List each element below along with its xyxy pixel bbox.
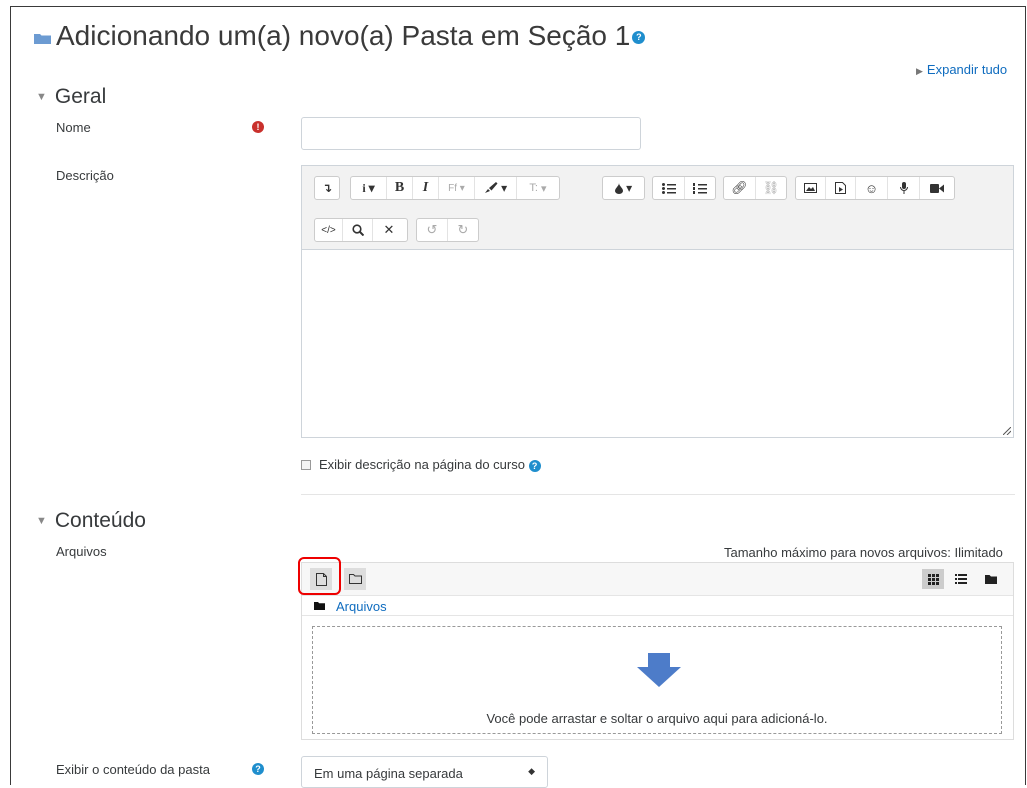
numbered-list-icon[interactable]	[685, 177, 715, 199]
help-icon[interactable]: ?	[252, 763, 264, 775]
show-description-label: Exibir descrição na página do curso ?	[319, 457, 541, 472]
show-more-icon[interactable]: ↴	[315, 177, 339, 199]
select-arrow-icon: ◆	[528, 766, 535, 776]
font-size-icon[interactable]: T: ▾	[517, 177, 559, 199]
description-label: Descrição	[56, 168, 114, 183]
files-label: Arquivos	[56, 544, 107, 559]
display-select[interactable]: Em uma página separada ◆	[301, 756, 548, 788]
view-list-icon[interactable]	[950, 569, 972, 589]
undo-icon[interactable]: ↺	[417, 219, 448, 241]
drop-instructions: Você pode arrastar e soltar o arquivo aq…	[486, 711, 828, 726]
view-tree-icon[interactable]	[980, 569, 1002, 589]
name-input[interactable]	[301, 117, 641, 150]
expand-all-link[interactable]: ▶ Expandir tudo	[916, 62, 1007, 77]
font-color-icon[interactable]: ▾	[603, 177, 644, 199]
expand-triangle-icon: ▶	[916, 66, 923, 76]
create-folder-button[interactable]	[344, 568, 366, 590]
info-icon[interactable]: i ▾	[351, 177, 387, 199]
fullscreen-icon[interactable]: ✕	[373, 219, 405, 241]
media-icon[interactable]	[826, 177, 856, 199]
resize-handle-icon[interactable]	[1003, 427, 1011, 435]
highlight-box	[298, 557, 341, 595]
divider	[302, 615, 1013, 616]
file-manager: Arquivos Você pode arrastar e soltar o a…	[301, 562, 1014, 740]
help-icon[interactable]: ?	[632, 31, 646, 45]
divider	[301, 494, 1015, 495]
view-icons-icon[interactable]	[922, 569, 944, 589]
name-label: Nome	[56, 120, 91, 135]
italic-icon[interactable]: I	[413, 177, 439, 199]
section-general-toggle[interactable]: ▼ Geral	[36, 85, 106, 109]
description-editor[interactable]	[301, 249, 1014, 438]
record-audio-icon[interactable]	[888, 177, 920, 199]
section-content-toggle[interactable]: ▼ Conteúdo	[36, 509, 146, 533]
drop-zone[interactable]: Você pode arrastar e soltar o arquivo aq…	[312, 626, 1002, 734]
font-family-icon[interactable]: Ff ▾	[439, 177, 475, 199]
show-description-checkbox[interactable]	[301, 460, 311, 470]
folder-icon	[314, 602, 325, 610]
required-icon: !	[252, 121, 264, 133]
caret-down-icon: ▼	[36, 91, 47, 104]
folder-icon	[34, 34, 51, 44]
file-manager-toolbar	[302, 563, 1013, 596]
folder-breadcrumb-link[interactable]: Arquivos	[336, 599, 387, 614]
html-icon[interactable]: </>	[315, 219, 343, 241]
bullet-list-icon[interactable]	[653, 177, 685, 199]
redo-icon[interactable]: ↻	[448, 219, 478, 241]
display-label: Exibir o conteúdo da pasta	[56, 762, 210, 777]
editor-toolbar: ↴ i ▾ B I Ff ▾ ▾ T: ▾ ▾ 🔗︎ ⛓ ☺ </> ✕ ↺ ↻	[301, 165, 1014, 249]
paint-brush-icon[interactable]: ▾	[475, 177, 517, 199]
bold-icon[interactable]: B	[387, 177, 413, 199]
image-icon[interactable]	[796, 177, 826, 199]
record-video-icon[interactable]	[920, 177, 954, 199]
drop-arrow-icon	[637, 653, 681, 687]
caret-down-icon: ▼	[36, 515, 47, 528]
max-size-text: Tamanho máximo para novos arquivos: Ilim…	[724, 545, 1003, 560]
emoticon-icon[interactable]: ☺	[856, 177, 888, 199]
unlink-icon[interactable]: ⛓	[756, 177, 786, 199]
link-icon[interactable]: 🔗︎	[724, 177, 756, 199]
help-icon[interactable]: ?	[528, 459, 541, 472]
find-icon[interactable]	[343, 219, 373, 241]
page-title: Adicionando um(a) novo(a) Pasta em Seção…	[56, 20, 646, 52]
